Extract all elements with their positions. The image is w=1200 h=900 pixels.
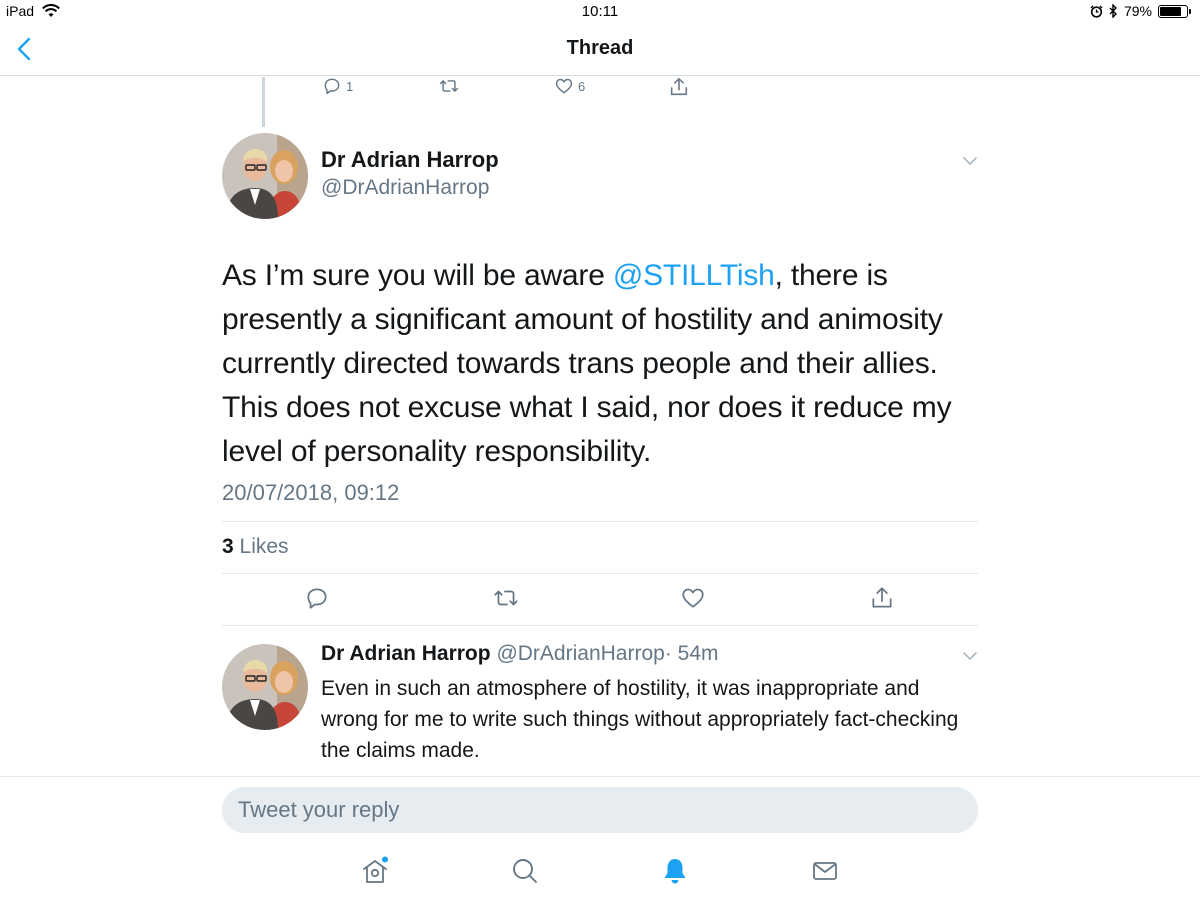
battery-percent: 79% (1123, 3, 1152, 19)
retweet-button[interactable] (438, 76, 460, 96)
share-icon (668, 76, 690, 98)
heart-icon (554, 76, 574, 96)
like-count: 6 (578, 78, 586, 94)
alarm-icon (1090, 4, 1103, 18)
likes-summary[interactable]: 3 Likes (222, 535, 289, 559)
reply-input[interactable] (222, 787, 978, 833)
reply-time: · 54m (664, 642, 719, 665)
status-right: 79% (1090, 3, 1191, 19)
retweet-button[interactable] (492, 585, 520, 611)
status-bar: iPad 10:11 79% (0, 0, 1200, 24)
reply-menu-button[interactable] (962, 650, 978, 662)
tweet-text: As I’m sure you will be aware @STILLTish… (222, 254, 992, 474)
reply-button[interactable] (304, 585, 330, 611)
status-time: 10:11 (581, 3, 619, 20)
tab-notifications[interactable] (660, 856, 690, 886)
tab-home[interactable] (360, 856, 390, 886)
divider (222, 521, 978, 522)
tab-search[interactable] (510, 856, 540, 886)
avatar[interactable] (222, 133, 308, 219)
mention-link[interactable]: @STILLTish (613, 259, 775, 292)
author-name[interactable]: Dr Adrian Harrop (321, 147, 499, 173)
reply-composer (222, 787, 978, 833)
composer-divider (0, 776, 1200, 777)
previous-tweet-actions: 1 6 (322, 76, 702, 98)
likes-count: 3 (222, 535, 234, 558)
battery-icon (1158, 4, 1191, 18)
battery-level (1160, 6, 1181, 16)
share-button[interactable] (869, 585, 895, 611)
divider (222, 573, 978, 574)
reply-header: Dr Adrian Harrop @DrAdrianHarrop· 54m (321, 642, 719, 666)
search-icon (510, 856, 540, 886)
reply-button[interactable]: 1 (322, 76, 353, 96)
reply-avatar[interactable] (222, 644, 308, 730)
share-button[interactable] (668, 76, 690, 98)
tweet-menu-button[interactable] (962, 155, 978, 167)
retweet-icon (438, 76, 460, 96)
heart-icon (680, 585, 706, 611)
tweet-text-start: As I’m sure you will be aware (222, 259, 613, 292)
reply-text: Even in such an atmosphere of hostility,… (321, 677, 959, 762)
reply-author-handle[interactable]: @DrAdrianHarrop (496, 642, 664, 665)
retweet-icon (492, 585, 520, 611)
chevron-down-icon (962, 155, 978, 167)
messages-icon (810, 856, 840, 886)
like-button[interactable]: 6 (554, 76, 585, 96)
reply-count: 1 (346, 78, 354, 94)
like-button[interactable] (680, 585, 706, 611)
likes-label: Likes (239, 535, 289, 558)
reply-author-name[interactable]: Dr Adrian Harrop (321, 642, 491, 665)
reply-icon (322, 76, 342, 96)
share-icon (869, 585, 895, 611)
main-tweet-actions (222, 585, 978, 613)
page-title: Thread (566, 37, 634, 59)
home-icon (360, 856, 390, 886)
notifications-icon (660, 856, 690, 886)
bluetooth-icon (1109, 4, 1118, 18)
chevron-down-icon (962, 650, 978, 662)
nav-bar: Thread (0, 24, 1200, 76)
divider (222, 625, 978, 626)
tab-messages[interactable] (810, 856, 840, 886)
tweet-timestamp: 20/07/2018, 09:12 (222, 480, 400, 505)
reply-icon (304, 585, 330, 611)
author-handle[interactable]: @DrAdrianHarrop (321, 176, 489, 200)
thread-connector-line (262, 77, 265, 127)
